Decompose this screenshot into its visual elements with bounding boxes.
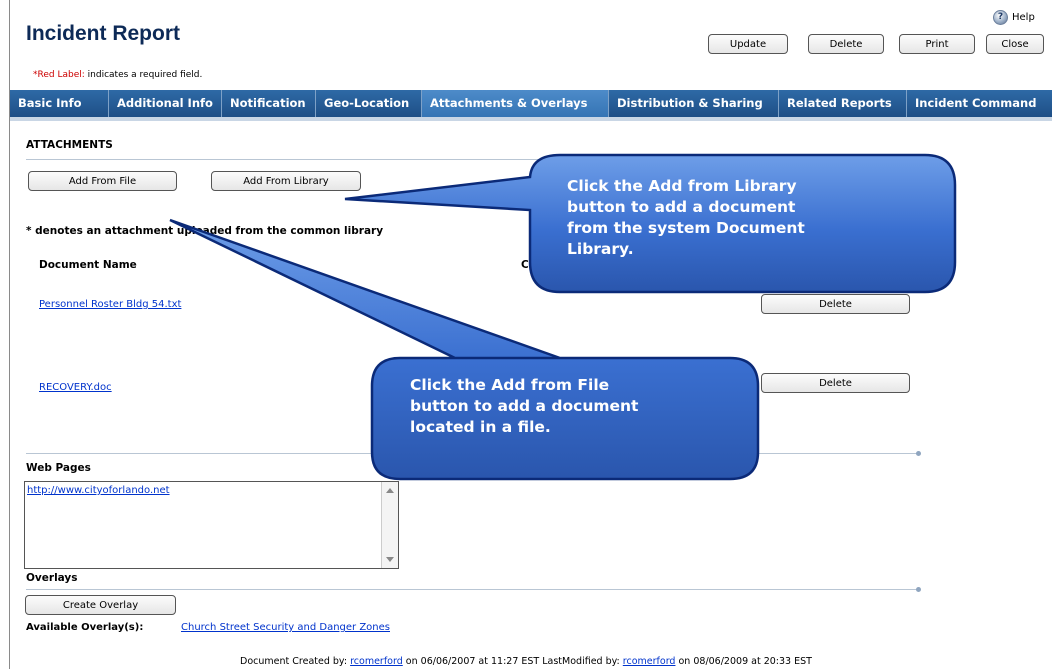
callout-graphics: [169, 153, 957, 481]
library-callout-text: Click the Add from Library button to add…: [567, 177, 805, 258]
file-callout-text: Click the Add from File button to add a …: [410, 376, 639, 436]
